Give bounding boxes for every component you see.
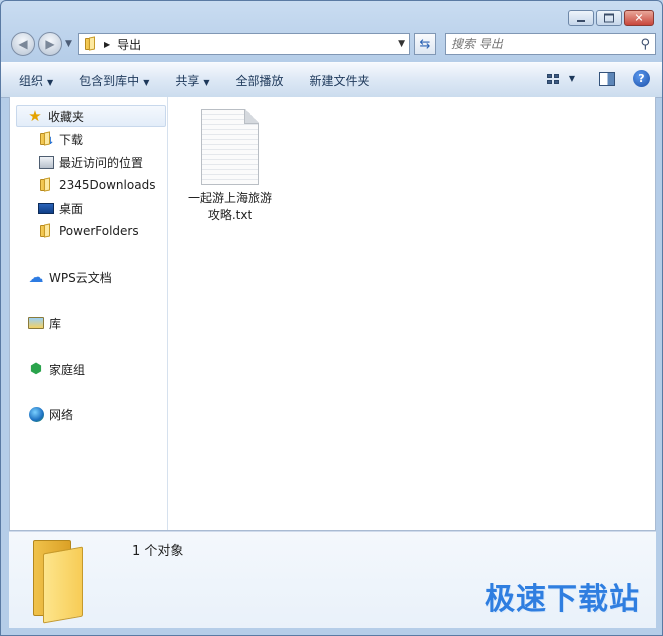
caption-buttons: ✕ [568, 10, 654, 26]
navigation-pane: ★ 收藏夹 ↓ 下载 最近访问的位置 2345Downloads 桌面 Powe… [10, 97, 168, 530]
view-options-dropdown-icon[interactable]: ▼ [569, 74, 575, 83]
chevron-down-icon: ▼ [143, 77, 150, 87]
maximize-button[interactable] [596, 10, 622, 26]
command-bar: 组织 ▼ 包含到库中 ▼ 共享 ▼ 全部播放 新建文件夹 ▼ ? [1, 62, 662, 98]
recent-pages-dropdown[interactable]: ▼ [65, 39, 72, 49]
search-input[interactable] [451, 37, 641, 51]
help-icon[interactable]: ? [633, 70, 650, 87]
homegroup-icon: ⬢ [29, 361, 43, 377]
details-pane: 1 个对象 极速下载站 [9, 531, 656, 628]
sidebar-item-label: 收藏夹 [48, 109, 85, 124]
file-name-line: 一起游上海旅游 [187, 191, 272, 205]
play-all-button[interactable]: 全部播放 [223, 72, 297, 89]
forward-arrow-icon: ▶ [45, 37, 55, 51]
navigation-bar: ◀ ▶ ▼ ▶ 导出 ▼ ⇆ ⚲ [9, 31, 656, 57]
folder-large-icon [27, 538, 89, 624]
sidebar-item-label: 2345Downloads [59, 178, 156, 192]
sidebar-item-label: 库 [49, 316, 62, 331]
recent-places-icon [38, 154, 54, 170]
desktop-icon [38, 200, 54, 216]
share-menu[interactable]: 共享 ▼ [162, 72, 222, 89]
sidebar-item-label: WPS云文档 [49, 270, 112, 285]
sidebar-item-label: 桌面 [59, 201, 84, 216]
folder-icon [38, 177, 54, 193]
share-label: 共享 [175, 73, 200, 88]
organize-label: 组织 [19, 73, 44, 88]
sidebar-item-label: 最近访问的位置 [59, 155, 144, 170]
minimize-button[interactable] [568, 10, 594, 26]
sidebar-item-label: 家庭组 [49, 362, 86, 377]
change-view-icon[interactable] [546, 73, 559, 84]
refresh-icon: ⇆ [419, 36, 431, 52]
address-bar[interactable]: ▶ 导出 ▼ [78, 33, 410, 55]
folder-icon [38, 223, 54, 239]
downloads-folder-icon: ↓ [38, 131, 55, 147]
back-button[interactable]: ◀ [11, 32, 35, 56]
sidebar-item-downloads[interactable]: ↓ 下载 [38, 128, 83, 150]
library-icon [28, 315, 44, 331]
include-in-library-menu[interactable]: 包含到库中 ▼ [66, 72, 162, 89]
close-icon: ✕ [634, 11, 644, 25]
sidebar-item-wps-cloud[interactable]: ☁ WPS云文档 [28, 266, 112, 288]
file-name-line: 攻略.txt [207, 208, 253, 222]
include-in-library-label: 包含到库中 [79, 73, 140, 88]
network-icon [28, 406, 44, 422]
sidebar-item-network[interactable]: 网络 [28, 403, 73, 425]
close-button[interactable]: ✕ [624, 10, 654, 26]
search-icon[interactable]: ⚲ [640, 37, 650, 52]
explorer-window: ✕ ◀ ▶ ▼ ▶ 导出 ▼ ⇆ ⚲ 组织▼ 包含到库中▼ 共享▼ 全部播放 新… [0, 0, 663, 636]
content-area: ★ 收藏夹 ↓ 下载 最近访问的位置 2345Downloads 桌面 Powe… [9, 97, 656, 531]
sidebar-item-powerfolders[interactable]: PowerFolders [38, 220, 139, 242]
forward-button[interactable]: ▶ [38, 32, 62, 56]
text-file-icon [201, 109, 259, 185]
file-name: 一起游上海旅游 攻略.txt [185, 190, 275, 224]
sidebar-item-label: 网络 [49, 407, 74, 422]
sidebar-item-desktop[interactable]: 桌面 [38, 197, 83, 219]
sidebar-item-recent[interactable]: 最近访问的位置 [38, 151, 143, 173]
breadcrumb-separator-icon[interactable]: ▶ [104, 40, 110, 49]
sidebar-item-favorites[interactable]: ★ 收藏夹 [16, 105, 166, 127]
chevron-down-icon: ▼ [47, 77, 54, 87]
new-folder-button[interactable]: 新建文件夹 [297, 72, 383, 89]
watermark-logo: 极速下载站 [485, 582, 640, 617]
preview-pane-icon[interactable] [599, 71, 615, 86]
breadcrumb-current[interactable]: 导出 [117, 36, 141, 53]
sidebar-item-label: 下载 [59, 132, 84, 147]
sidebar-item-homegroup[interactable]: ⬢ 家庭组 [28, 358, 85, 380]
refresh-button[interactable]: ⇆ [414, 33, 436, 55]
search-box[interactable]: ⚲ [445, 33, 656, 55]
cloud-icon: ☁ [28, 268, 44, 286]
chevron-down-icon: ▼ [203, 77, 210, 87]
back-arrow-icon: ◀ [18, 37, 28, 51]
minimize-icon [577, 20, 585, 22]
sidebar-item-label: PowerFolders [59, 224, 139, 238]
maximize-icon [604, 13, 614, 23]
organize-menu[interactable]: 组织 ▼ [1, 72, 66, 89]
folder-icon [85, 37, 98, 51]
toolbar-right-group: ▼ ? [546, 70, 650, 87]
sidebar-item-libraries[interactable]: 库 [28, 312, 61, 334]
file-item[interactable]: 一起游上海旅游 攻略.txt [185, 109, 275, 224]
address-dropdown-icon[interactable]: ▼ [398, 39, 405, 49]
sidebar-item-2345downloads[interactable]: 2345Downloads [38, 174, 155, 196]
star-icon: ★ [28, 106, 42, 125]
item-count: 1 个对象 [132, 544, 184, 559]
